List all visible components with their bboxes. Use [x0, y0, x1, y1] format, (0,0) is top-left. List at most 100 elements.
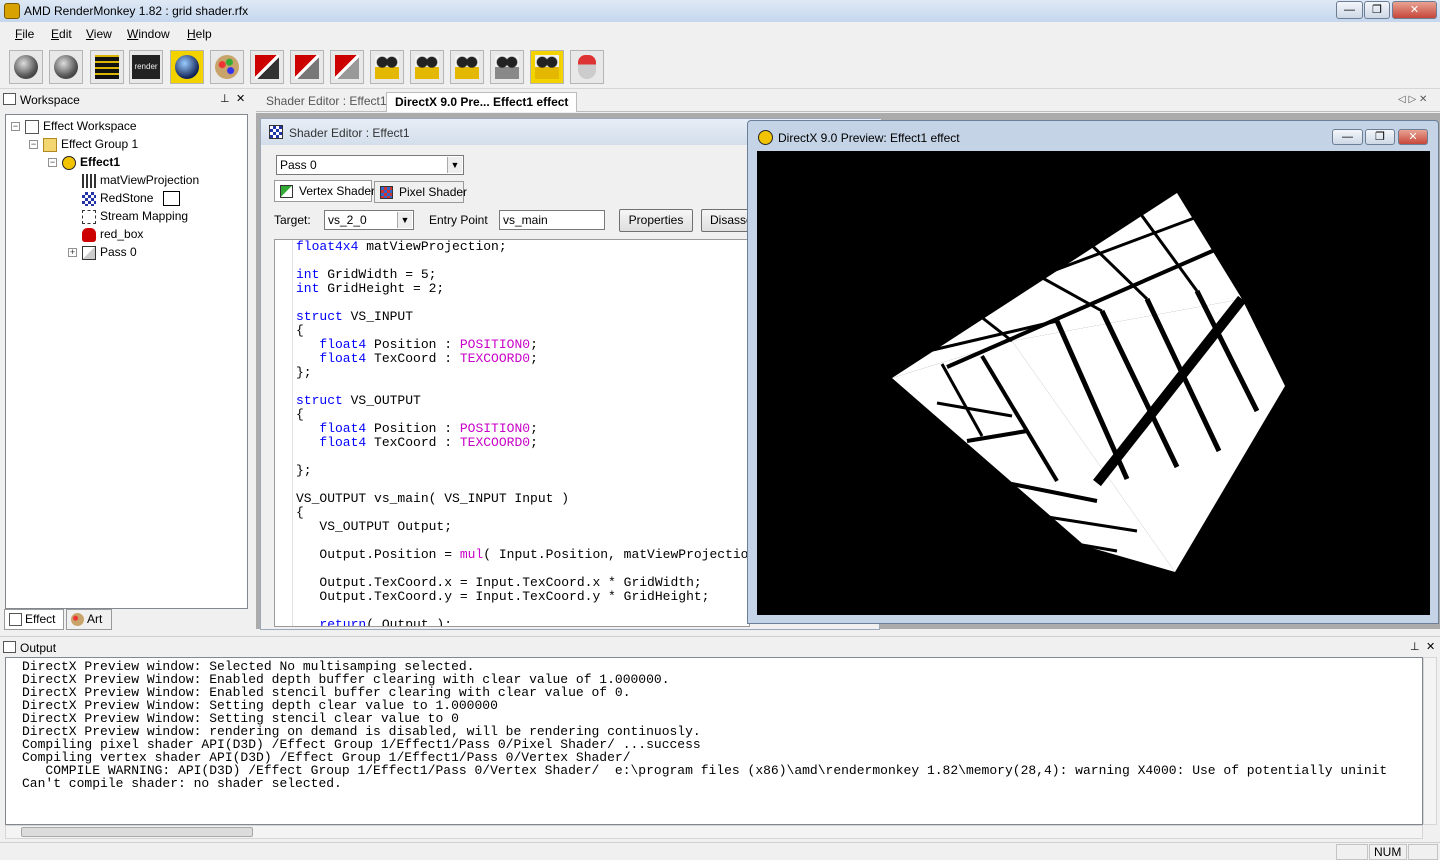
tree-item-matviewprojection[interactable]: matViewProjection	[82, 171, 199, 189]
node-icon-1	[255, 55, 279, 79]
code-line: float4 TexCoord : TEXCOORD0;	[296, 352, 749, 366]
maximize-button[interactable]: ❐	[1364, 1, 1390, 19]
tree-item-effect-workspace[interactable]: Effect Workspace	[25, 117, 137, 135]
tab-vertex-shader[interactable]: Vertex Shader	[274, 180, 375, 202]
output-log[interactable]: DirectX Preview window: Selected No mult…	[5, 657, 1423, 825]
camera-button-1[interactable]	[370, 50, 404, 84]
add-effect-workspace-button[interactable]	[49, 50, 83, 84]
tab-nav-buttons[interactable]: ◁ ▷ ✕	[1390, 92, 1435, 112]
camera-icon-3	[455, 55, 479, 79]
output-close-button[interactable]: ✕	[1426, 640, 1435, 653]
tree-item-effect1[interactable]: Effect1	[62, 153, 120, 171]
workspace-pin-button[interactable]: ⊥	[220, 92, 230, 105]
preview-render-viewport[interactable]	[757, 151, 1430, 615]
camera-button-5[interactable]	[530, 50, 564, 84]
code-token: TexCoord :	[366, 435, 460, 450]
properties-button[interactable]: Properties	[619, 209, 693, 232]
tab-effect[interactable]: Effect	[4, 609, 64, 630]
shader-editor-title: Shader Editor : Effect1	[289, 126, 410, 140]
tree-item-red-box[interactable]: red_box	[82, 225, 143, 243]
preview-minimize-button[interactable]: —	[1332, 129, 1363, 145]
tree-item-effect-group-1[interactable]: Effect Group 1	[43, 135, 138, 153]
code-token: };	[296, 365, 312, 380]
code-token: ;	[530, 337, 538, 352]
menu-help[interactable]: Help	[187, 27, 212, 41]
pixel-shader-icon	[380, 186, 393, 199]
model-icon	[82, 227, 96, 242]
tree-expander-root[interactable]: −	[11, 122, 20, 131]
workspace-panel: Workspace ⊥ ✕ − Effect Workspace − Effec…	[0, 90, 253, 630]
code-token: int	[296, 281, 320, 296]
code-line: int GridWidth = 5;	[296, 268, 749, 282]
output-vertical-scrollbar[interactable]	[1423, 657, 1437, 825]
target-select[interactable]: vs_2_0 ▼	[324, 210, 414, 230]
tree-item-pass-0[interactable]: Pass 0	[82, 243, 137, 261]
tree-item-redstone[interactable]: RedStone	[82, 189, 180, 207]
tree-expander-pass[interactable]: +	[68, 248, 77, 257]
tab-pixel-shader[interactable]: Pixel Shader	[374, 181, 467, 203]
camera-button-2[interactable]	[410, 50, 444, 84]
node-button-1[interactable]	[250, 50, 284, 84]
code-line: };	[296, 365, 749, 380]
workspace-header: Workspace ⊥ ✕	[0, 90, 253, 110]
code-line: {	[296, 324, 749, 338]
add-effect-button[interactable]	[9, 50, 43, 84]
window-title: AMD RenderMonkey 1.82 : grid shader.rfx	[24, 4, 249, 18]
code-token: Position :	[366, 337, 460, 352]
menu-file[interactable]: File	[15, 27, 34, 41]
preview-title: DirectX 9.0 Preview: Effect1 effect	[778, 131, 960, 145]
entry-point-input[interactable]: vs_main	[499, 210, 605, 230]
entry-point-label: Entry Point	[429, 213, 488, 227]
tab-art[interactable]: Art	[66, 609, 112, 630]
editor-icon	[95, 55, 119, 79]
code-token: ;	[530, 421, 538, 436]
code-token: float4	[319, 337, 367, 352]
editor-button[interactable]	[90, 50, 124, 84]
art-palette-button[interactable]	[210, 50, 244, 84]
tree-expander-effect[interactable]: −	[48, 158, 57, 167]
tree-label: red_box	[100, 227, 144, 241]
camera-button-3[interactable]	[450, 50, 484, 84]
menu-view[interactable]: View	[86, 27, 112, 41]
render-button[interactable]: render	[129, 50, 163, 84]
tree-item-stream-mapping[interactable]: Stream Mapping	[82, 207, 188, 225]
output-panel: Output ⊥ ✕ DirectX Preview window: Selec…	[0, 636, 1440, 842]
tree-label: Effect Workspace	[43, 119, 137, 133]
camera-icon-5	[535, 55, 559, 79]
code-token: VS_OUTPUT Output;	[296, 519, 453, 534]
tree-expander-group[interactable]: −	[29, 140, 38, 149]
output-horizontal-scrollbar[interactable]	[5, 825, 1423, 839]
code-token: float4	[319, 435, 367, 450]
code-token: return	[319, 617, 367, 627]
output-pin-button[interactable]: ⊥	[1410, 640, 1420, 653]
title-bar: AMD RenderMonkey 1.82 : grid shader.rfx …	[0, 0, 1440, 22]
tab-shader-editor[interactable]: Shader Editor : Effect1	[258, 92, 395, 112]
code-token: struct	[296, 393, 343, 408]
node-icon-2	[295, 55, 319, 79]
node-button-3[interactable]	[330, 50, 364, 84]
close-button[interactable]: ✕	[1392, 1, 1437, 19]
node-button-2[interactable]	[290, 50, 324, 84]
pass-select-value: Pass 0	[280, 158, 317, 172]
scrollbar-thumb[interactable]	[21, 827, 253, 837]
menu-window[interactable]: Window	[127, 27, 170, 41]
sphere-button[interactable]	[170, 50, 204, 84]
target-label: Target:	[274, 213, 311, 227]
entry-point-value: vs_main	[503, 213, 548, 227]
menu-edit[interactable]: Edit	[51, 27, 72, 41]
tab-directx-preview[interactable]: DirectX 9.0 Pre... Effect1 effect	[386, 92, 578, 112]
preview-close-button[interactable]: ✕	[1398, 129, 1428, 145]
minimize-button[interactable]: —	[1336, 1, 1363, 19]
code-editor[interactable]: float4x4 matViewProjection; int GridWidth…	[274, 239, 750, 627]
camera-button-4[interactable]	[490, 50, 524, 84]
pass-select[interactable]: Pass 0 ▼	[276, 155, 464, 175]
shader-editor-icon	[269, 125, 283, 139]
code-line: {	[296, 506, 749, 520]
preview-maximize-button[interactable]: ❐	[1365, 129, 1395, 145]
mouse-button[interactable]	[570, 50, 604, 84]
workspace-close-button[interactable]: ✕	[236, 92, 245, 105]
